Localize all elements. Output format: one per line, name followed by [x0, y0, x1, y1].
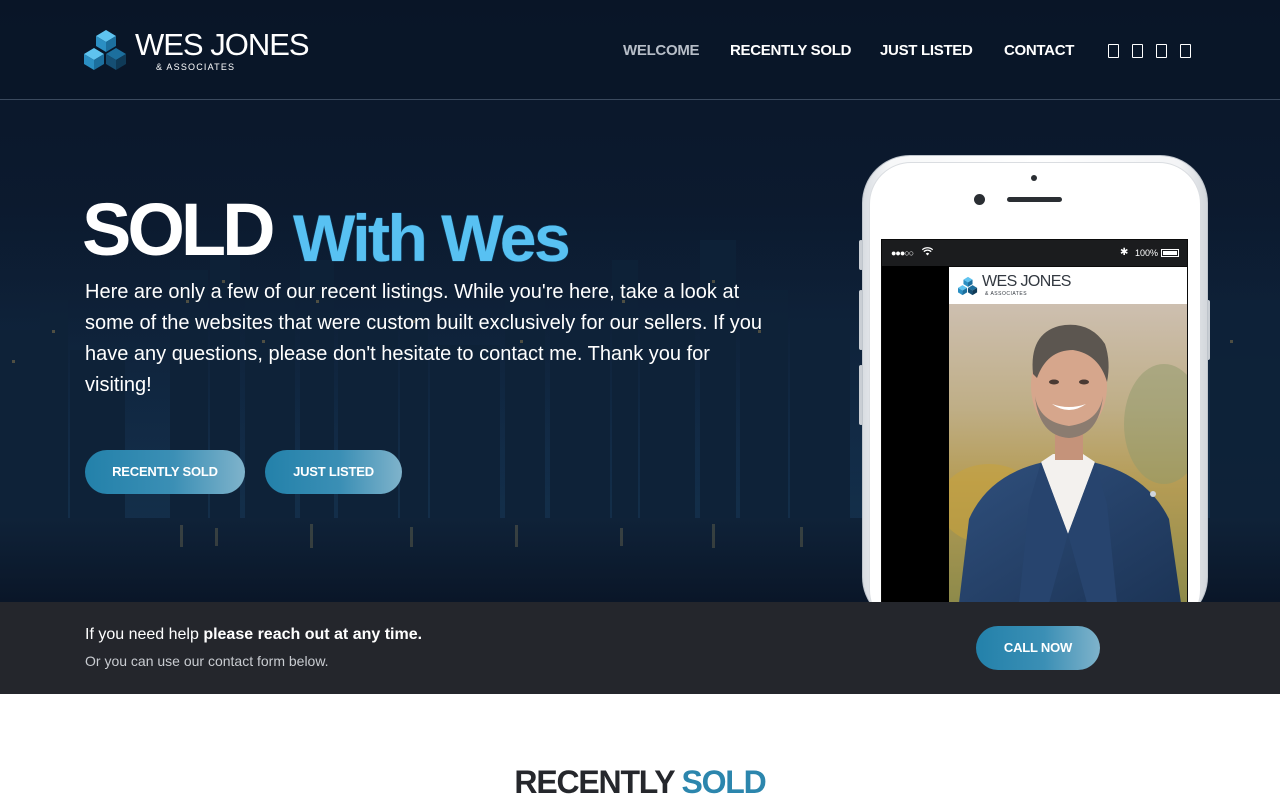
- battery-percent: 100%: [1135, 248, 1159, 258]
- nav-welcome[interactable]: WELCOME: [623, 42, 700, 59]
- battery-icon: [1161, 249, 1179, 257]
- twitter-icon[interactable]: [1132, 44, 1143, 58]
- site-header: WES JONES & ASSOCIATES WELCOME RECENTLY …: [0, 0, 1280, 100]
- hero-just-listed-button[interactable]: JUST LISTED: [265, 450, 402, 494]
- main-nav: WELCOME RECENTLY SOLD JUST LISTED CONTAC…: [0, 42, 1280, 62]
- linkedin-icon[interactable]: [1180, 44, 1191, 58]
- help-message-lead: If you need help: [85, 626, 204, 643]
- nav-contact[interactable]: CONTACT: [1004, 42, 1074, 59]
- wifi-icon: [922, 247, 933, 256]
- heading-part-sold: SOLD: [681, 764, 766, 800]
- phone-front-camera: [974, 194, 985, 205]
- phone-brand-tagline: & ASSOCIATES: [985, 291, 1028, 297]
- facebook-icon[interactable]: [1108, 44, 1119, 58]
- instagram-icon[interactable]: [1156, 44, 1167, 58]
- signal-strength-icon: ●●●○○: [891, 248, 914, 258]
- brand-tagline: & ASSOCIATES: [156, 62, 236, 72]
- contact-form-hint: Or you can use our contact form below.: [85, 653, 329, 669]
- phone-speaker: [1007, 197, 1062, 202]
- hero-intro-text: Here are only a few of our recent listin…: [85, 281, 762, 396]
- hero-recently-sold-button[interactable]: RECENTLY SOLD: [85, 450, 245, 494]
- cube-stack-logo-icon: [958, 276, 978, 296]
- bluetooth-icon: ✱: [1120, 247, 1129, 258]
- help-message: If you need help please reach out at any…: [85, 626, 422, 644]
- help-cta-band: If you need help please reach out at any…: [0, 602, 1280, 694]
- help-message-emphasis: please reach out at any time.: [203, 626, 423, 643]
- phone-brand-name: WES JONES: [982, 273, 1071, 290]
- nav-recently-sold[interactable]: RECENTLY SOLD: [730, 42, 851, 59]
- heading-part-recently: RECENTLY: [514, 764, 675, 800]
- phone-status-bar: ●●●○○ ✱ 100%: [882, 240, 1187, 266]
- headline-sold: SOLD: [82, 188, 276, 271]
- phone-screen: ●●●○○ ✱ 100% WES JONES & ASSOCIATES: [881, 239, 1188, 603]
- phone-screen-dark-panel: [882, 266, 949, 603]
- headline-with-wes: With Wes: [293, 201, 571, 275]
- agent-portrait-photo: [949, 304, 1187, 603]
- recently-sold-heading: RECENTLY SOLD: [0, 764, 1280, 800]
- call-now-button[interactable]: CALL NOW: [976, 626, 1100, 670]
- phone-site-header: WES JONES & ASSOCIATES: [949, 267, 1187, 304]
- nav-just-listed[interactable]: JUST LISTED: [880, 42, 973, 59]
- phone-sensor-dot: [1031, 175, 1037, 181]
